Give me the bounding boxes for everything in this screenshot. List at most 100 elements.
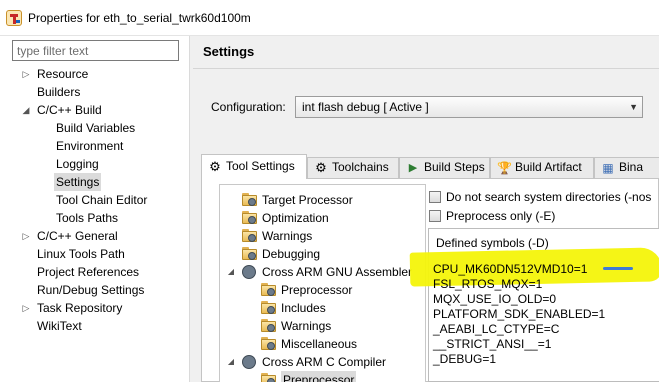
tree-item-cross-arm-gnu-assembler[interactable]: ◢ Cross ARM GNU Assembler	[220, 263, 425, 281]
nav-item-label: Tool Chain Editor	[56, 193, 148, 207]
tab-label: Tool Settings	[226, 159, 295, 173]
nav-item-label: Settings	[54, 173, 102, 191]
tree-item-label: Preprocessor	[281, 371, 357, 382]
preprocess-only-checkbox[interactable]	[429, 210, 441, 222]
tab-bar: ⚙ Tool Settings ⚙ Toolchains ▶ Build Ste…	[201, 154, 659, 179]
dropdown-arrow-icon[interactable]: ▼	[629, 97, 638, 117]
defined-symbols-header: Defined symbols (-D)	[436, 236, 549, 250]
tab-build-steps[interactable]: ▶ Build Steps	[399, 157, 490, 178]
nav-item-c-cpp-general[interactable]: ▷ C/C++ General	[0, 227, 189, 245]
tool-folder-icon	[242, 193, 257, 206]
gear-icon	[242, 355, 256, 369]
nav-item-environment[interactable]: Environment	[0, 137, 189, 155]
nav-item-logging[interactable]: Logging	[0, 155, 189, 173]
nav-item-label: Task Repository	[37, 301, 123, 315]
nav-item-resource[interactable]: ▷ Resource	[0, 65, 189, 83]
configuration-value: int flash debug [ Active ]	[302, 100, 429, 114]
nav-item-label: C/C++ Build	[37, 103, 102, 117]
tree-item-label: Target Processor	[262, 193, 353, 207]
expand-arrow-icon[interactable]: ▷	[21, 299, 31, 317]
tab-toolchains[interactable]: ⚙ Toolchains	[307, 157, 399, 178]
collapse-arrow-icon[interactable]: ◢	[21, 101, 31, 119]
divider	[193, 68, 659, 69]
nav-item-label: WikiText	[37, 319, 82, 333]
nav-item-run-debug-settings[interactable]: Run/Debug Settings	[0, 281, 189, 299]
toolchains-icon: ⚙	[315, 160, 327, 175]
nav-item-wikitext[interactable]: WikiText	[0, 317, 189, 335]
tool-folder-icon	[261, 301, 276, 314]
symbol-item[interactable]: MQX_USE_IO_OLD=0	[433, 291, 556, 307]
tree-item-label: Debugging	[262, 247, 321, 261]
tree-item-warnings[interactable]: Warnings	[220, 227, 425, 245]
tab-label: Build Steps	[424, 160, 485, 174]
nav-item-label: Tools Paths	[56, 211, 119, 225]
tree-item-label: Miscellaneous	[281, 337, 358, 351]
symbol-item[interactable]: CPU_MK60DN512VMD10=1	[433, 261, 587, 277]
tree-item-debugging[interactable]: Debugging	[220, 245, 425, 263]
checkbox-label: Do not search system directories (-nos	[446, 190, 652, 204]
symbol-item[interactable]: __STRICT_ANSI__=1	[433, 336, 551, 352]
nav-item-tool-chain-editor[interactable]: Tool Chain Editor	[0, 191, 189, 209]
tab-label: Build Artifact	[515, 160, 582, 174]
nav-item-label: Linux Tools Path	[37, 247, 125, 261]
tree-item-label: Cross ARM GNU Assembler	[262, 265, 413, 279]
build-steps-icon: ▶	[408, 162, 418, 174]
no-system-dirs-option[interactable]: Do not search system directories (-nos	[429, 189, 659, 205]
symbol-item[interactable]: PLATFORM_SDK_ENABLED=1	[433, 306, 605, 322]
nav-item-project-references[interactable]: Project References	[0, 263, 189, 281]
collapse-arrow-icon[interactable]: ◢	[226, 263, 236, 281]
expand-arrow-icon[interactable]: ▷	[21, 227, 31, 245]
nav-item-settings[interactable]: Settings	[0, 173, 189, 191]
configuration-select[interactable]: int flash debug [ Active ] ▼	[295, 96, 643, 118]
tree-item-label: Preprocessor	[281, 283, 353, 297]
tree-item-miscellaneous[interactable]: Miscellaneous	[220, 335, 425, 353]
nav-item-label: Logging	[56, 157, 99, 171]
window-title: Properties for eth_to_serial_twrk60d100m	[28, 11, 251, 25]
gear-icon: ⚙	[209, 159, 221, 174]
tree-item-label: Warnings	[262, 229, 313, 243]
collapse-arrow-icon[interactable]: ◢	[226, 353, 236, 371]
nav-item-label: Environment	[56, 139, 124, 153]
tree-item-cross-arm-c-compiler[interactable]: ◢ Cross ARM C Compiler	[220, 353, 425, 371]
tree-item-label: Includes	[281, 301, 326, 315]
nav-item-task-repository[interactable]: ▷ Task Repository	[0, 299, 189, 317]
tab-label: Toolchains	[332, 160, 389, 174]
symbol-item[interactable]: FSL_RTOS_MQX=1	[433, 276, 542, 292]
annotation-stroke	[603, 267, 633, 270]
tree-item-warnings[interactable]: Warnings	[220, 317, 425, 335]
nav-item-c-cpp-build[interactable]: ◢ C/C++ Build	[0, 101, 189, 119]
nav-item-label: Project References	[37, 265, 140, 279]
nav-item-tools-paths[interactable]: Tools Paths	[0, 209, 189, 227]
tree-item-label: Warnings	[281, 319, 332, 333]
tool-folder-icon	[261, 337, 276, 350]
tool-folder-icon	[242, 247, 257, 260]
tree-item-preprocessor[interactable]: Preprocessor	[220, 371, 425, 382]
nav-item-label: Run/Debug Settings	[37, 283, 145, 297]
preprocess-only-option[interactable]: Preprocess only (-E)	[429, 208, 659, 224]
tab-label: Bina	[619, 160, 644, 174]
tree-item-label: Cross ARM C Compiler	[262, 355, 387, 369]
no-system-dirs-checkbox[interactable]	[429, 191, 441, 203]
nav-item-builders[interactable]: Builders	[0, 83, 189, 101]
checkbox-label: Preprocess only (-E)	[446, 209, 556, 223]
nav-item-label: Resource	[37, 67, 89, 81]
tree-item-preprocessor[interactable]: Preprocessor	[220, 281, 425, 299]
symbol-item[interactable]: _DEBUG=1	[433, 351, 496, 367]
tab-tool-settings[interactable]: ⚙ Tool Settings	[201, 154, 307, 179]
artifact-icon: 🏆	[497, 161, 512, 175]
tool-settings-tree: Target Processor Optimization Warnings D…	[219, 184, 426, 382]
nav-item-linux-tools-path[interactable]: Linux Tools Path	[0, 245, 189, 263]
expand-arrow-icon[interactable]: ▷	[21, 65, 31, 83]
tool-folder-icon	[242, 229, 257, 242]
tab-build-artifact[interactable]: 🏆 Build Artifact	[490, 157, 594, 178]
nav-item-label: C/C++ General	[37, 229, 118, 243]
tree-item-target-processor[interactable]: Target Processor	[220, 191, 425, 209]
tab-binary-parsers[interactable]: ▦ Bina	[594, 157, 659, 178]
title-bar: Properties for eth_to_serial_twrk60d100m	[0, 0, 659, 36]
nav-item-build-variables[interactable]: Build Variables	[0, 119, 189, 137]
tree-item-optimization[interactable]: Optimization	[220, 209, 425, 227]
tree-item-includes[interactable]: Includes	[220, 299, 425, 317]
symbol-item[interactable]: _AEABI_LC_CTYPE=C	[433, 321, 559, 337]
nav-item-label: Builders	[37, 85, 81, 99]
filter-input[interactable]	[12, 40, 179, 61]
